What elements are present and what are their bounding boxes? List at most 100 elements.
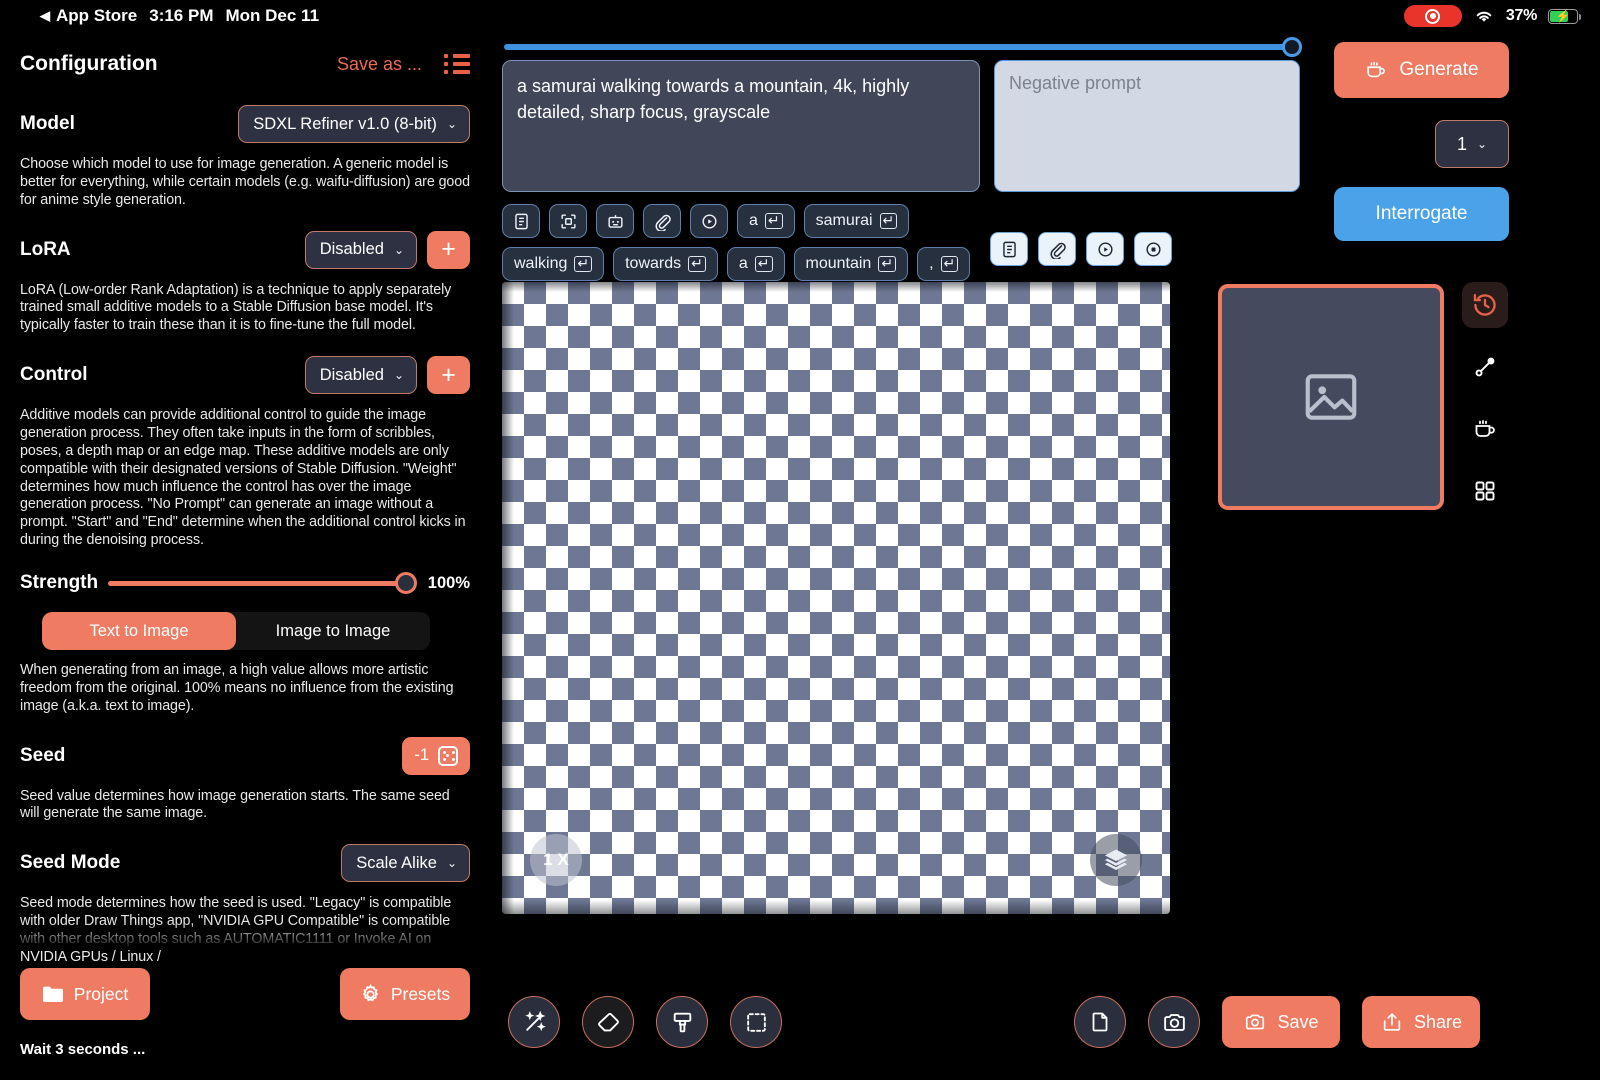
new-page-button[interactable] (1074, 996, 1126, 1048)
canvas-edge-shade (502, 282, 1170, 292)
back-arrow-icon[interactable]: ◀ (40, 8, 50, 24)
model-select-value: SDXL Refiner v1.0 (8-bit) (253, 114, 437, 133)
project-button[interactable]: Project (20, 968, 150, 1020)
tab-image-to-image[interactable]: Image to Image (236, 612, 430, 650)
return-key-icon: ↵ (764, 213, 783, 229)
battery-icon: ⚡ (1548, 8, 1581, 24)
suggestion-chip-word[interactable]: a ↵ (737, 204, 795, 238)
image-count-value: 1 (1456, 133, 1467, 154)
chevron-down-icon: ⌄ (393, 242, 404, 257)
generate-button[interactable]: Generate (1334, 42, 1509, 98)
app-window: ◀ App Store 3:16 PM Mon Dec 11 37% ⚡ Con… (0, 0, 1600, 1080)
layers-button[interactable] (1090, 834, 1142, 886)
crop-frame-icon[interactable] (549, 204, 587, 238)
seed-mode-select[interactable]: Scale Alike ⌄ (341, 844, 470, 883)
screen-recording-indicator[interactable] (1403, 5, 1462, 27)
script-icon[interactable] (502, 204, 540, 238)
suggestion-chip-word[interactable]: , ↵ (917, 247, 971, 281)
eraser-icon[interactable] (582, 996, 634, 1048)
seed-row: Seed -1 (20, 736, 470, 776)
return-key-icon: ↵ (754, 256, 773, 272)
seed-mode-label: Seed Mode (20, 852, 121, 874)
prompt-suggestion-bar: a ↵ samurai ↵ walking ↵ towards ↵ a ↵ mountai… (502, 204, 992, 281)
control-row: Control Disabled ⌄ + (20, 355, 470, 395)
suggestion-chip-word[interactable]: a ↵ (726, 247, 785, 281)
prompt-input[interactable]: a samurai walking towards a mountain, 4k… (502, 60, 980, 192)
strength-value: 100% (427, 573, 470, 592)
suggestion-chip-word[interactable]: towards ↵ (613, 247, 718, 281)
prompt-area: a samurai walking towards a mountain, 4k… (502, 60, 1300, 192)
share-button[interactable]: Share (1362, 996, 1480, 1048)
return-key-icon: ↵ (879, 213, 898, 229)
marquee-select-icon[interactable] (730, 996, 782, 1048)
model-select[interactable]: SDXL Refiner v1.0 (8-bit) ⌄ (238, 105, 470, 143)
save-button-label: Save (1277, 1011, 1319, 1032)
negative-prompt-input[interactable]: Negative prompt (994, 60, 1300, 192)
record-icon (1425, 8, 1441, 24)
right-panel: Generate 1 ⌄ Interrogate Save Share (1074, 32, 1600, 1080)
dice-icon[interactable] (438, 745, 458, 766)
image-placeholder-icon (1300, 366, 1362, 428)
image-count-select[interactable]: 1 ⌄ (1435, 120, 1509, 168)
chip-label: walking (514, 255, 568, 272)
coffee-cup-icon[interactable] (1462, 406, 1508, 452)
configuration-sidebar: Configuration Save as ... Model SDXL Ref… (0, 32, 490, 1080)
strength-slider[interactable] (108, 571, 417, 594)
scroll-fade (0, 922, 490, 950)
strength-slider-knob[interactable] (395, 571, 417, 594)
battery-percent-label: 37% (1505, 7, 1537, 24)
right-bottom-actions: Save Share (1074, 996, 1480, 1048)
return-key-icon: ↵ (688, 256, 706, 272)
seed-mode-value: Scale Alike (356, 853, 437, 872)
progress-slider-track[interactable] (504, 44, 1298, 50)
save-button[interactable]: Save (1222, 996, 1340, 1048)
paintbrush-icon[interactable] (656, 996, 708, 1048)
preview-thumbnail[interactable] (1218, 284, 1444, 510)
add-lora-button[interactable]: + (427, 230, 470, 269)
add-control-button[interactable]: + (427, 356, 470, 395)
gear-icon (360, 983, 381, 1005)
image-canvas[interactable]: 1 X (502, 282, 1170, 914)
save-as-button[interactable]: Save as ... (337, 54, 422, 75)
paperclip-icon[interactable] (1038, 232, 1076, 266)
wifi-icon (1473, 8, 1495, 24)
chevron-down-icon: ⌄ (446, 117, 457, 131)
page-title: Configuration (20, 52, 158, 75)
stop-circle-icon[interactable] (1134, 232, 1172, 266)
lora-select[interactable]: Disabled ⌄ (304, 230, 417, 269)
chip-label: a (749, 212, 758, 229)
play-circle-icon[interactable] (1086, 232, 1124, 266)
suggestion-chip-word[interactable]: walking ↵ (502, 247, 605, 281)
status-bar: ◀ App Store 3:16 PM Mon Dec 11 37% ⚡ (0, 0, 1600, 32)
node-path-icon[interactable] (1462, 344, 1508, 390)
generation-mode-segment[interactable]: Text to Image Image to Image (42, 612, 430, 651)
zoom-level-button[interactable]: 1 X (530, 834, 582, 886)
seed-mode-row: Seed Mode Scale Alike ⌄ (20, 843, 470, 883)
canvas-tools (508, 996, 782, 1048)
progress-slider-knob[interactable] (1282, 37, 1302, 57)
status-bar-left: ◀ App Store 3:16 PM Mon Dec 11 (40, 6, 319, 26)
paperclip-icon[interactable] (643, 204, 681, 238)
magic-wand-icon[interactable] (508, 996, 560, 1048)
control-select[interactable]: Disabled ⌄ (304, 356, 417, 395)
suggestion-chip-word[interactable]: samurai ↵ (803, 204, 910, 238)
back-app-label[interactable]: App Store (56, 6, 137, 26)
tab-text-to-image[interactable]: Text to Image (42, 612, 236, 651)
history-icon[interactable] (1462, 282, 1508, 328)
progress-slider[interactable] (504, 37, 1302, 57)
script-icon[interactable] (990, 232, 1028, 266)
list-icon[interactable] (444, 54, 470, 74)
robot-icon[interactable] (596, 204, 634, 238)
status-message: Wait 3 seconds ... (20, 1041, 146, 1058)
grid-icon[interactable] (1462, 468, 1508, 514)
interrogate-button[interactable]: Interrogate (1334, 187, 1509, 241)
play-circle-icon[interactable] (690, 204, 728, 238)
strength-label: Strength (20, 572, 99, 594)
seed-value-button[interactable]: -1 (402, 736, 470, 775)
suggestion-chip-word[interactable]: mountain ↵ (793, 247, 909, 281)
status-date: Mon Dec 11 (225, 6, 320, 25)
model-description: Choose which model to use for image gene… (20, 156, 470, 208)
center-panel: a samurai walking towards a mountain, 4k… (490, 32, 1320, 1080)
presets-button[interactable]: Presets (340, 968, 470, 1020)
camera-button[interactable] (1148, 996, 1200, 1048)
